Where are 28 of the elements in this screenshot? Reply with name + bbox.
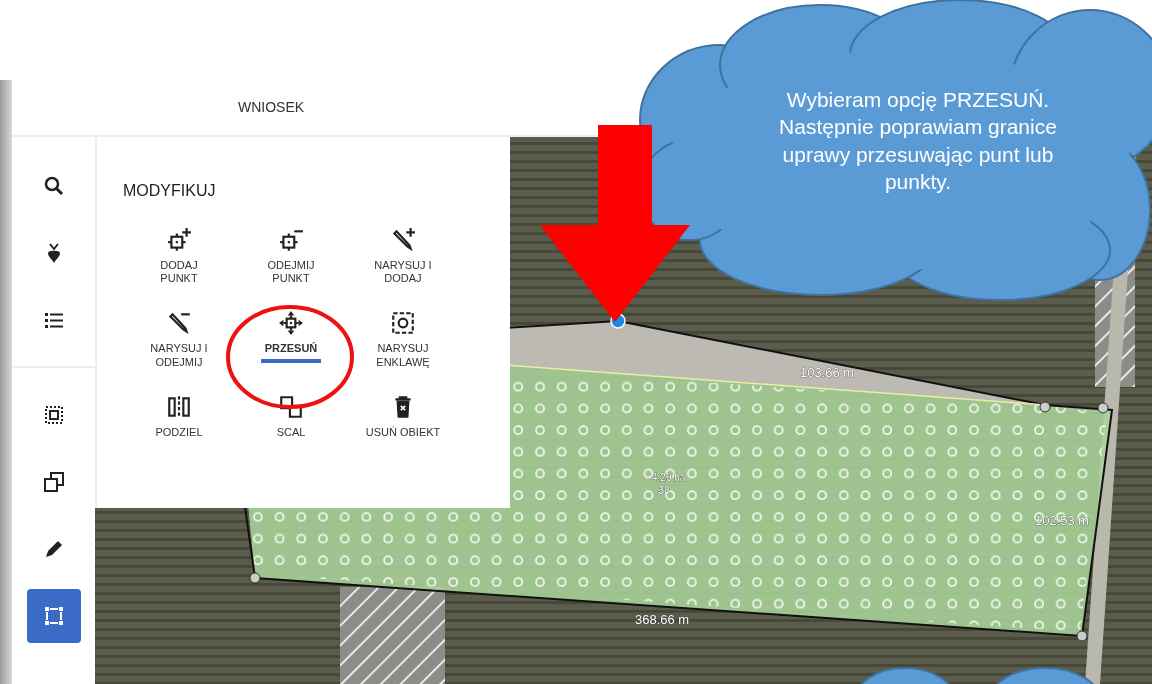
- point-plus-icon: [166, 227, 192, 253]
- move-arrows-icon: [278, 310, 304, 337]
- vertex-point: [249, 572, 261, 584]
- map-label: 38: [658, 484, 671, 496]
- pencil-minus-icon: [166, 310, 192, 337]
- header-title: WNIOSEK: [236, 98, 306, 117]
- map-label: 103.66 m: [800, 365, 855, 380]
- pencil-plus-icon: [390, 227, 416, 253]
- copy-icon: [41, 470, 66, 494]
- callout-text: Wybieram opcję PRZESUŃ. Następnie poprawiam granice uprawy przesuwając punt lub punkty.: [778, 87, 1058, 195]
- split-icon: [166, 393, 192, 420]
- tool-button[interactable]: NARYSUJ I DODAJ: [347, 227, 459, 289]
- point-minus-icon: [278, 227, 304, 253]
- map-label: 4.29 ha: [652, 472, 686, 483]
- vertex-point: [1039, 401, 1051, 413]
- tool-button[interactable]: PODZIEL: [123, 393, 235, 442]
- tool-button[interactable]: NARYSUJ I ODEJMIJ: [123, 310, 235, 372]
- vertex-point: [1097, 402, 1109, 414]
- vertex-point: [1076, 630, 1088, 642]
- merge-icon: [278, 393, 304, 420]
- tool-button[interactable]: NARYSUJ ENKLAWĘ: [347, 310, 459, 372]
- tool-button[interactable]: USUŃ OBIEKT: [347, 393, 459, 442]
- tool-button[interactable]: PRZESUŃ: [235, 310, 347, 372]
- tool-button[interactable]: ODEJMIJ PUNKT: [235, 227, 347, 289]
- map-label: 368.66 m: [635, 612, 690, 627]
- panel-title: MODYFIKUJ: [123, 181, 217, 201]
- tool-button[interactable]: SCAL: [235, 393, 347, 442]
- tool-button[interactable]: DODAJ PUNKT: [123, 227, 235, 289]
